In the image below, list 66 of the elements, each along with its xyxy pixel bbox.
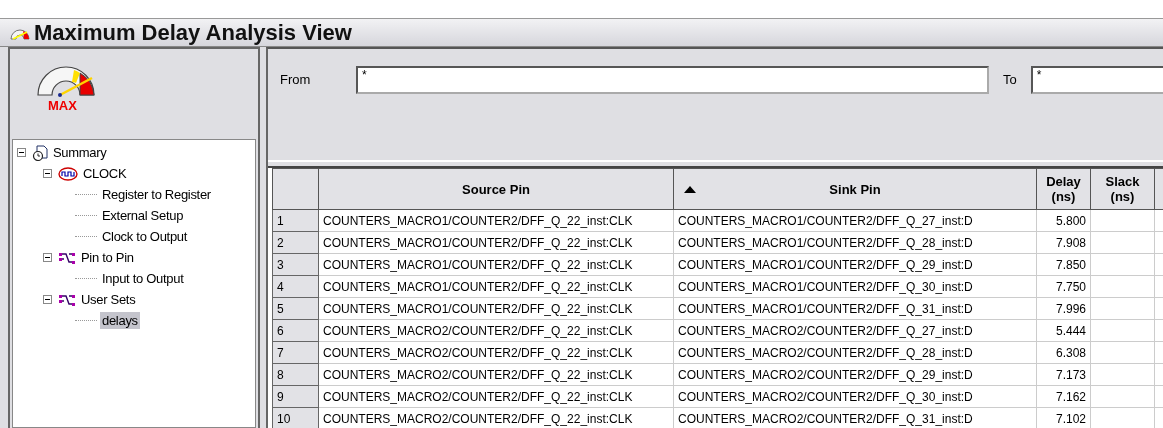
table-cell: 5.800 [1036,209,1091,232]
table-cell: COUNTERS_MACRO2/COUNTER2/DFF_Q_28_inst:D [673,341,1037,364]
sort-ascending-icon [684,185,696,193]
tree-item[interactable]: Input to Output [100,270,186,287]
table-cell: 6.308 [1036,341,1091,364]
to-label: To [1003,71,1017,89]
tree-item[interactable]: Clock to Output [100,228,190,245]
table-cell: 7.850 [1036,253,1091,276]
table-cell: COUNTERS_MACRO1/COUNTER2/DFF_Q_22_inst:CLK [318,275,674,298]
row-number: 10 [272,407,319,428]
logo-label: MAX [48,98,77,113]
table-cell: COUNTERS_MACRO2/COUNTER2/DFF_Q_22_inst:CLK [318,363,674,386]
tree-item[interactable]: delays [100,312,140,329]
table-cell: COUNTERS_MACRO2/COUNTER2/DFF_Q_22_inst:CLK [318,319,674,342]
table-cell: COUNTERS_MACRO2/COUNTER2/DFF_Q_27_inst:D [673,319,1037,342]
gauge-icon [36,63,96,97]
tree-item[interactable]: CLOCK [81,165,129,182]
table-cell: COUNTERS_MACRO1/COUNTER2/DFF_Q_30_inst:D [673,275,1037,298]
tree-item[interactable]: Summary [51,144,109,161]
tree-item[interactable]: Pin to Pin [79,249,136,266]
table-cell: COUNTERS_MACRO1/COUNTER2/DFF_Q_31_inst:D [673,297,1037,320]
column-header[interactable]: Sink Pin [673,168,1037,210]
table-cell: 7.996 [1036,297,1091,320]
collapse-icon[interactable] [43,169,52,178]
to-field[interactable]: * [1030,66,1163,94]
column-header[interactable]: Source Pin [318,168,674,210]
tree-item[interactable]: Register to Register [100,186,213,203]
table-cell: COUNTERS_MACRO2/COUNTER2/DFF_Q_22_inst:CLK [318,341,674,364]
row-number: 4 [272,275,319,298]
collapse-icon[interactable] [17,148,26,157]
row-number: 8 [272,363,319,386]
column-header[interactable]: Delay (ns) [1036,168,1091,210]
row-number: 7 [272,341,319,364]
table-cell: COUNTERS_MACRO1/COUNTER2/DFF_Q_22_inst:CLK [318,253,674,276]
waveform-icon [58,166,78,181]
table-cell: COUNTERS_MACRO1/COUNTER2/DFF_Q_29_inst:D [673,253,1037,276]
row-number: 2 [272,231,319,254]
row-number: 9 [272,385,319,408]
table-cell: 5.444 [1036,319,1091,342]
from-field[interactable]: * [356,66,989,94]
document-clock-icon [32,144,48,161]
table-cell: COUNTERS_MACRO1/COUNTER2/DFF_Q_22_inst:CLK [318,209,674,232]
row-number: 5 [272,297,319,320]
column-header[interactable]: Slack (ns) [1090,168,1155,210]
table-cell: COUNTERS_MACRO2/COUNTER2/DFF_Q_22_inst:CLK [318,385,674,408]
table-cell: 7.908 [1036,231,1091,254]
table-cell: COUNTERS_MACRO1/COUNTER2/DFF_Q_28_inst:D [673,231,1037,254]
table-cell: 7.162 [1036,385,1091,408]
from-label: From [280,71,312,89]
collapse-icon[interactable] [43,253,52,262]
table-cell: COUNTERS_MACRO2/COUNTER2/DFF_Q_30_inst:D [673,385,1037,408]
table-cell: COUNTERS_MACRO1/COUNTER2/DFF_Q_27_inst:D [673,209,1037,232]
row-number: 3 [272,253,319,276]
table-cell: COUNTERS_MACRO2/COUNTER2/DFF_Q_29_inst:D [673,363,1037,386]
table-cell: COUNTERS_MACRO1/COUNTER2/DFF_Q_22_inst:CLK [318,297,674,320]
tree-item[interactable]: External Setup [100,207,186,224]
table-cell: 7.750 [1036,275,1091,298]
table-cell: 7.173 [1036,363,1091,386]
pin-connection-icon [58,250,76,265]
collapse-icon[interactable] [43,295,52,304]
table-cell: COUNTERS_MACRO1/COUNTER2/DFF_Q_22_inst:CLK [318,231,674,254]
row-number: 1 [272,209,319,232]
row-number: 6 [272,319,319,342]
pin-connection-icon [58,292,76,307]
window-title: Maximum Delay Analysis View [34,19,352,46]
tree-item[interactable]: User Sets [79,291,138,308]
